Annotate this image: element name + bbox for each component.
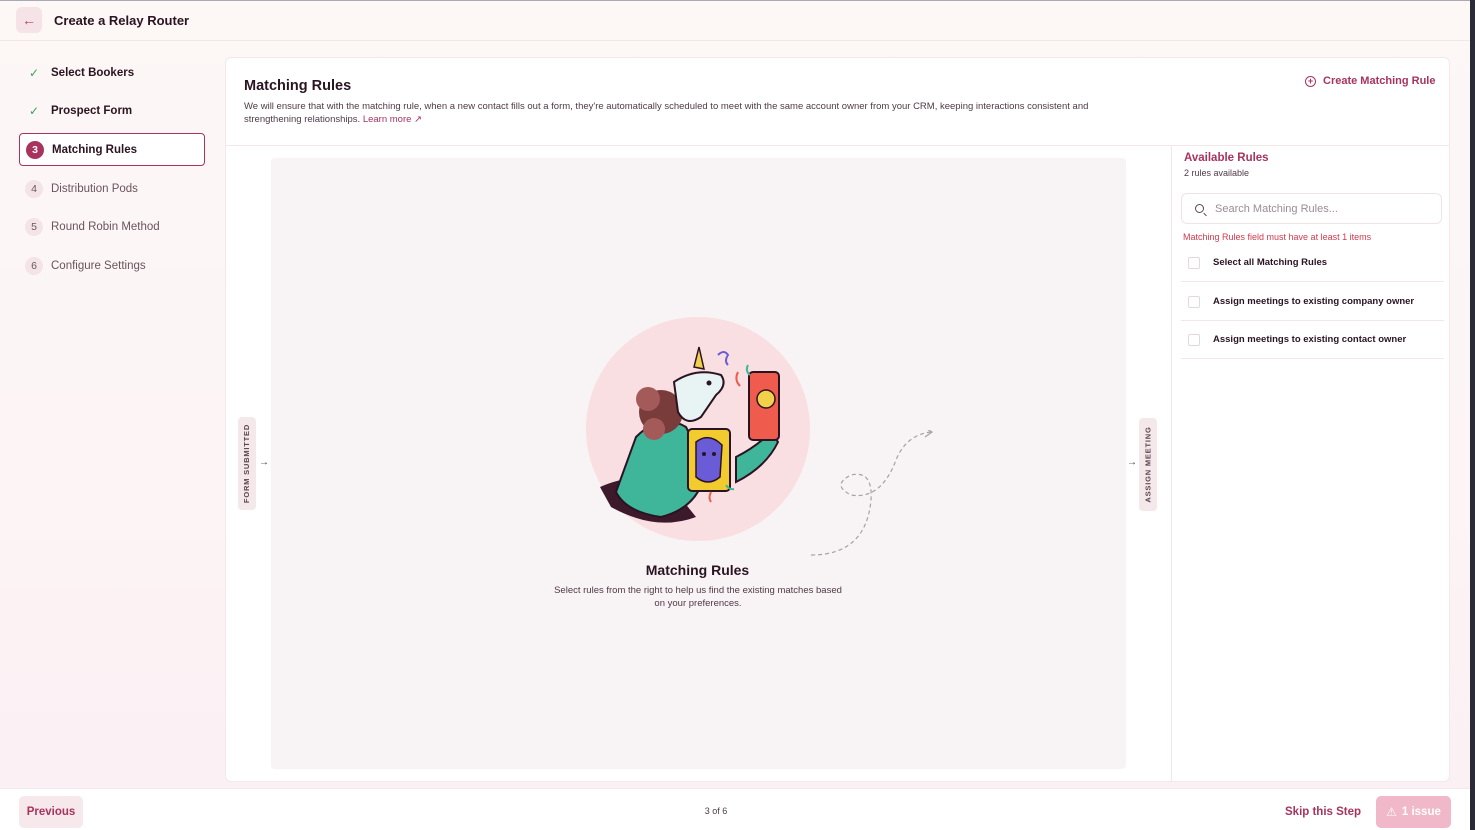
plus-circle-icon: + xyxy=(1305,75,1316,87)
search-matching-rules[interactable] xyxy=(1181,193,1442,224)
step-number: 3 xyxy=(26,140,44,159)
select-all-rules[interactable]: Select all Matching Rules xyxy=(1181,244,1444,282)
skip-step-button[interactable]: Skip this Step xyxy=(1278,796,1368,828)
checkbox[interactable] xyxy=(1188,295,1200,308)
create-matching-rule-button[interactable]: + Create Matching Rule xyxy=(1305,73,1435,89)
app-window: ← Create a Relay Router ✓ Select Bookers… xyxy=(0,0,1470,830)
pill-label: ASSIGN MEETING xyxy=(1143,426,1153,503)
step-label: Prospect Form xyxy=(51,104,133,117)
warning-icon: ⚠ xyxy=(1386,805,1397,819)
checkbox[interactable] xyxy=(1188,256,1200,269)
step-round-robin-method[interactable]: 5 Round Robin Method xyxy=(19,210,205,243)
page-header: ← Create a Relay Router xyxy=(0,1,1470,41)
step-label: Configure Settings xyxy=(51,259,146,272)
arrow-right-icon: → xyxy=(259,457,269,468)
pill-label: FORM SUBMITTED xyxy=(242,423,252,504)
rule-label: Select all Matching Rules xyxy=(1213,257,1328,268)
page-title: Create a Relay Router xyxy=(54,13,190,28)
rule-label: Assign meetings to existing company owne… xyxy=(1213,296,1415,307)
empty-state-description: Select rules from the right to help us f… xyxy=(554,585,842,609)
arrow-left-icon: ← xyxy=(22,12,36,28)
search-icon xyxy=(1195,204,1204,213)
step-number: 4 xyxy=(25,179,43,198)
step-matching-rules[interactable]: 3 Matching Rules xyxy=(19,133,205,166)
issues-label: 1 issue xyxy=(1401,806,1441,818)
section-description: We will ensure that with the matching ru… xyxy=(244,100,1114,126)
divider xyxy=(1171,146,1172,782)
empty-state-title: Matching Rules xyxy=(645,562,750,578)
step-label: Matching Rules xyxy=(52,143,137,156)
back-button[interactable]: ← xyxy=(16,7,42,33)
section-title: Matching Rules xyxy=(244,78,352,94)
form-submitted-pill: FORM SUBMITTED xyxy=(238,417,256,510)
rule-contact-owner[interactable]: Assign meetings to existing contact owne… xyxy=(1181,321,1444,359)
step-label: Select Bookers xyxy=(51,66,135,79)
search-input[interactable] xyxy=(1215,202,1435,215)
checkbox[interactable] xyxy=(1188,333,1200,346)
check-icon: ✓ xyxy=(28,103,40,118)
step-number: 5 xyxy=(25,217,43,236)
dashed-curve-decoration xyxy=(811,430,934,556)
step-label: Distribution Pods xyxy=(51,182,138,195)
assign-meeting-pill: ASSIGN MEETING xyxy=(1139,418,1157,511)
rule-label: Assign meetings to existing contact owne… xyxy=(1213,334,1407,345)
create-rule-label: Create Matching Rule xyxy=(1323,75,1436,87)
matching-rules-card: Matching Rules We will ensure that with … xyxy=(225,57,1450,782)
step-indicator: 3 of 6 xyxy=(704,806,728,816)
window-edge xyxy=(1470,0,1475,830)
learn-more-link[interactable]: Learn more ↗ xyxy=(363,114,422,125)
step-distribution-pods[interactable]: 4 Distribution Pods xyxy=(19,172,205,205)
rules-count: 2 rules available xyxy=(1184,168,1250,178)
step-select-bookers[interactable]: ✓ Select Bookers xyxy=(19,56,205,89)
step-label: Round Robin Method xyxy=(51,220,160,233)
footer-bar: Previous 3 of 6 Skip this Step ⚠ 1 issue xyxy=(0,788,1470,830)
rule-company-owner[interactable]: Assign meetings to existing company owne… xyxy=(1181,283,1444,321)
issues-button[interactable]: ⚠ 1 issue xyxy=(1376,796,1451,828)
arrow-right-icon: → xyxy=(1127,457,1137,468)
step-configure-settings[interactable]: 6 Configure Settings xyxy=(19,249,205,282)
check-icon: ✓ xyxy=(28,65,40,80)
divider xyxy=(226,145,1449,146)
step-prospect-form[interactable]: ✓ Prospect Form xyxy=(19,94,205,127)
validation-error: Matching Rules field must have at least … xyxy=(1183,232,1372,242)
unicorn-illustration xyxy=(586,317,810,541)
step-number: 6 xyxy=(25,256,43,275)
available-rules-title: Available Rules xyxy=(1184,152,1269,164)
